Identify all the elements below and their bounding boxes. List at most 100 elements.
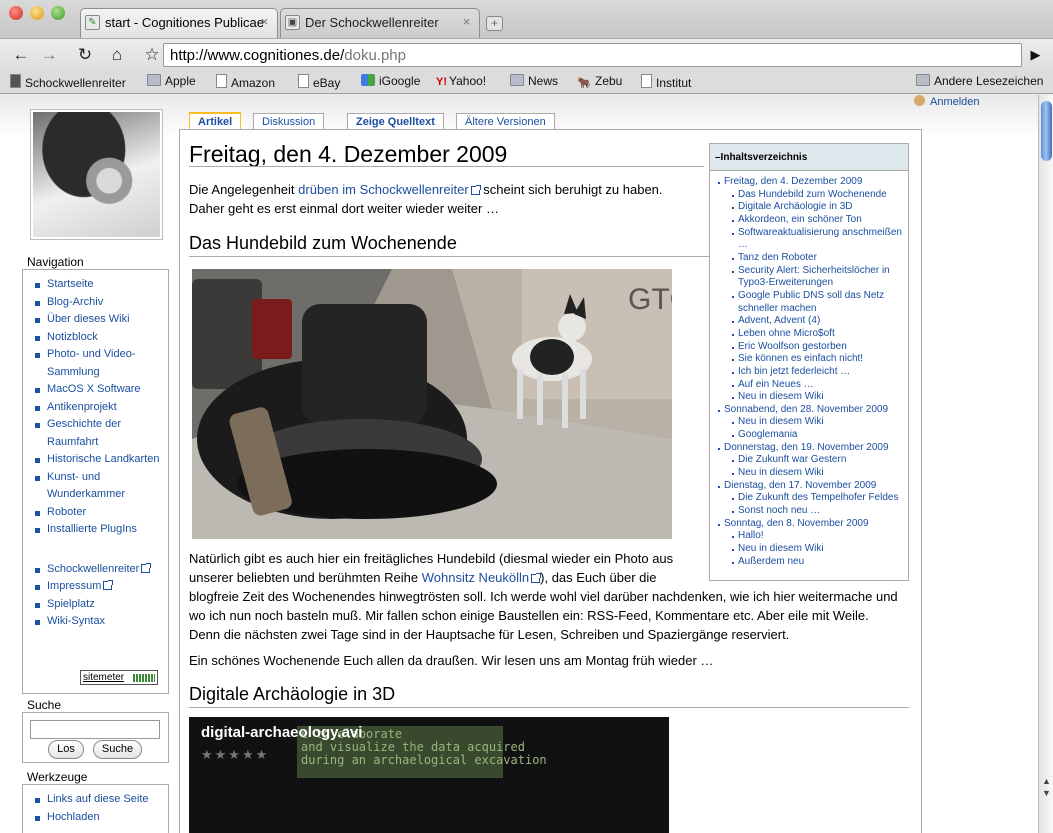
video-player[interactable]: e to elaborate and visualize the data ac… [189,717,669,833]
sidebar-item[interactable]: Notizblock [33,329,168,347]
sidebar-item[interactable]: Startseite [33,276,168,294]
tab-artikel[interactable]: Artikel [189,112,242,130]
wohnsitz-neukoelln-link[interactable]: Wohnsitz Neukölln [422,570,529,585]
zoom-window-button[interactable] [51,6,65,20]
sidebar-item[interactable]: Über dieses Wiki [33,311,168,329]
toc-item[interactable]: Neu in diesem Wiki [718,467,908,480]
toc-item[interactable]: Sonntag, den 8. November 2009 [718,518,908,531]
bookmark-yahoo[interactable]: Y! Yahoo! [436,74,486,88]
toc-item[interactable]: Security Alert: Sicherheitslöcher in Typ… [718,265,904,290]
bookmark-apple[interactable]: Apple [147,74,196,88]
sidebar-item[interactable]: Geschichte der Raumfahrt [33,416,168,451]
reload-button[interactable]: ↻ [73,43,97,67]
sidebar-item[interactable]: Historische Landkarten [33,451,168,469]
toc-item[interactable]: Ich bin jetzt federleicht … [718,366,908,379]
toc-item[interactable]: Hallo! [718,530,908,543]
tools-item[interactable]: Hochladen [33,809,168,827]
bookmark-institut[interactable]: Institut [641,74,691,90]
close-window-button[interactable] [9,6,23,20]
vertical-scrollbar[interactable]: ▲ ▼ [1038,95,1053,833]
tab-schockwellenreiter[interactable]: ▣ Der Schockwellenreiter × [280,8,480,38]
navigation-portlet: Startseite Blog-Archiv Über dieses Wiki Not… [22,269,169,694]
scroll-arrows-icon[interactable]: ▲ ▼ [1040,775,1053,799]
external-link-icon [531,573,542,583]
sidebar-item[interactable]: Installierte PlugIns [33,521,168,539]
toc-item[interactable]: Die Zukunft war Gestern [718,454,908,467]
toc-toggle[interactable]: –Inhaltsverzeichnis [710,144,908,171]
tab-diskussion[interactable]: Diskussion [253,113,325,130]
sidebar-item[interactable]: Antikenprojekt [33,399,168,417]
bookmark-amazon[interactable]: Amazon [216,74,275,90]
toc-item[interactable]: Das Hundebild zum Wochenende [718,189,908,202]
toc-item[interactable]: Digitale Archäologie in 3D [718,201,908,214]
sidebar-ext-item[interactable]: Wiki-Syntax [33,613,168,631]
rating-stars-icon[interactable]: ★★★★★ [201,747,269,763]
toc-item[interactable]: Sonst noch neu … [718,505,908,518]
close-tab-icon[interactable]: × [258,15,271,28]
sidebar-item[interactable]: Photo- und Video-Sammlung [33,346,168,381]
toc-item[interactable]: Neu in diesem Wiki [718,543,908,556]
tab-quelltext[interactable]: Zeige Quelltext [347,113,444,130]
tools-item[interactable]: Links auf diese Seite [33,791,168,809]
new-tab-button[interactable]: + [486,16,503,31]
schockwellenreiter-link[interactable]: drüben im Schockwellenreiter [298,182,469,197]
toc-item[interactable]: Sie können es einfach nicht! [718,353,908,366]
toc-item[interactable]: Tanz den Roboter [718,252,908,265]
forward-button[interactable]: → [37,43,61,67]
minimize-window-button[interactable] [30,6,44,20]
toc-item[interactable]: Die Zukunft des Tempelhofer Feldes [718,492,904,505]
sidebar-item[interactable]: Blog-Archiv [33,294,168,312]
bookmark-ebay[interactable]: eBay [298,74,340,90]
home-button[interactable]: ⌂ [105,43,129,67]
toc-item[interactable]: Neu in diesem Wiki [718,416,908,429]
sidebar-item[interactable]: Roboter [33,504,168,522]
toc-item[interactable]: Advent, Advent (4) [718,315,908,328]
toc-item[interactable]: Donnerstag, den 19. November 2009 [718,442,904,455]
sidebar-ext-item[interactable]: Schockwellenreiter [33,561,168,579]
login-link[interactable]: Anmelden [914,95,980,108]
sidebar-ext-item[interactable]: Impressum [33,578,168,596]
bookmark-zebu[interactable]: 🐂 Zebu [577,74,622,89]
igoogle-icon [361,74,375,86]
dog-photo[interactable]: GTC [192,269,672,539]
toc-item[interactable]: Dienstag, den 17. November 2009 [718,480,904,493]
toc-item[interactable]: Auf ein Neues … [718,379,908,392]
toc-item[interactable]: Softwareaktualisierung anschmeißen … [718,227,904,252]
close-tab-icon[interactable]: × [460,15,473,28]
sidebar-item[interactable]: MacOS X Software [33,381,168,399]
toc-item[interactable]: Eric Woolfson gestorben [718,341,908,354]
url-host: http://www.cognitiones.de/ [170,47,345,64]
toc-item[interactable]: Leben ohne Micro$oft [718,328,908,341]
toc-item[interactable]: Google Public DNS soll das Netz schnelle… [718,290,904,315]
user-icon [914,95,925,106]
bookmark-star-icon[interactable]: ☆ [140,43,164,67]
toc-item[interactable]: Neu in diesem Wiki [718,391,908,404]
search-go-button[interactable]: Los [48,740,84,759]
tab-start[interactable]: ✎ start - Cognitiones Publicae × [80,8,278,38]
tools-list: Links auf diese Seite Hochladen [23,785,168,826]
closing-paragraph: Ein schönes Wochenende Euch allen da dra… [189,653,714,668]
toc-item[interactable]: Googlemania [718,429,908,442]
bookmark-igoogle[interactable]: iGoogle [361,74,420,88]
bookmark-schockwellenreiter[interactable]: Schockwellenreiter [10,74,126,90]
search-input[interactable] [30,720,160,739]
bookmark-other[interactable]: Andere Lesezeichen [916,74,1043,88]
back-button[interactable]: ← [9,43,33,67]
tools-portlet: Links auf diese Seite Hochladen [22,784,169,833]
page-icon [216,74,227,88]
go-button[interactable]: ▶ [1023,43,1048,67]
bookmark-news[interactable]: News [510,74,558,88]
address-bar[interactable]: http://www.cognitiones.de/doku.php [163,43,1022,67]
toc-item[interactable]: Freitag, den 4. Dezember 2009 [718,176,908,189]
toc-item[interactable]: Außerdem neu [718,556,908,569]
sidebar-ext-item[interactable]: Spielplatz [33,596,168,614]
browser-window: ✎ start - Cognitiones Publicae × ▣ Der S… [0,0,1053,833]
toc-item[interactable]: Akkordeon, ein schöner Ton [718,214,908,227]
sitemeter-badge[interactable]: sitemeter [80,670,158,685]
web-page: Anmelden Navigation Startseite Blog-Archi… [0,95,1038,833]
toc-item[interactable]: Sonnabend, den 28. November 2009 [718,404,904,417]
scrollbar-thumb[interactable] [1041,101,1052,161]
sidebar-item[interactable]: Kunst- und Wunderkammer [33,469,168,504]
search-button[interactable]: Suche [93,740,142,759]
tab-versionen[interactable]: Ältere Versionen [456,113,555,130]
